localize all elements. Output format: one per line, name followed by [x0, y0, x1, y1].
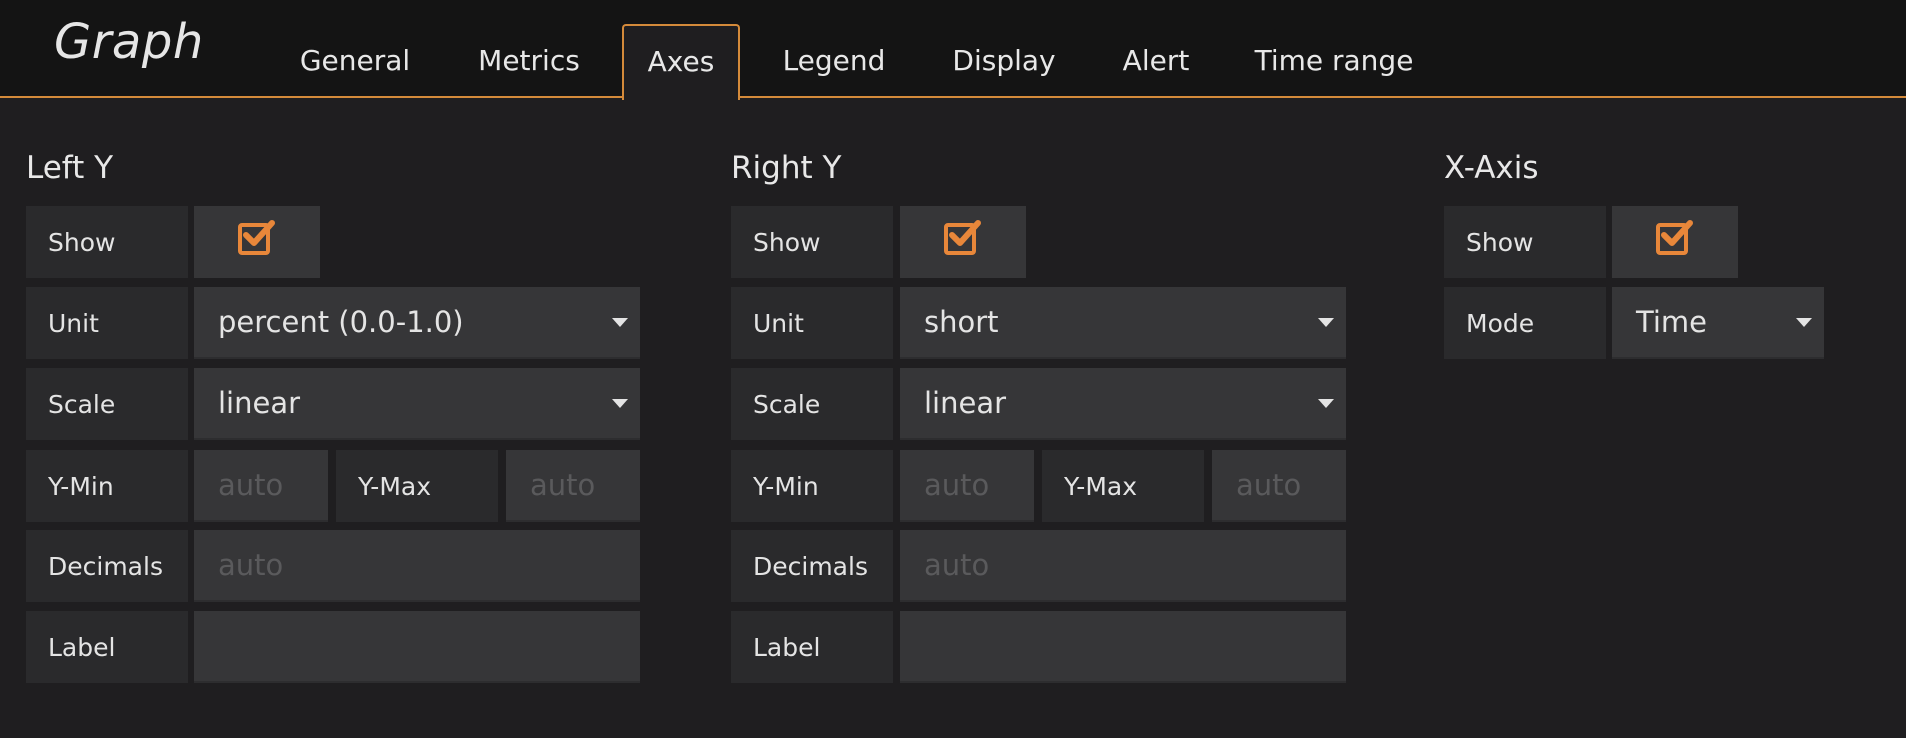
- chevron-down-icon: [1796, 318, 1812, 327]
- left-y-ymax-label: Y-Max: [336, 450, 498, 522]
- tab-display[interactable]: Display: [944, 24, 1064, 98]
- right-y-label-input[interactable]: [900, 611, 1346, 683]
- left-y-title: Left Y: [26, 150, 114, 186]
- panel-editor-header: Graph General Metrics Axes Legend Displa…: [0, 0, 1906, 100]
- right-y-scale-label: Scale: [731, 368, 893, 440]
- left-y-ymax-input[interactable]: auto: [506, 450, 640, 522]
- right-y-decimals-input[interactable]: auto: [900, 530, 1346, 602]
- panel-type-title: Graph: [54, 14, 204, 70]
- chevron-down-icon: [1318, 318, 1334, 327]
- x-axis-title: X-Axis: [1444, 150, 1539, 186]
- left-y-unit-select[interactable]: percent (0.0-1.0): [194, 287, 640, 359]
- tab-metrics[interactable]: Metrics: [462, 24, 596, 98]
- checkbox-checked-icon: [944, 220, 981, 255]
- left-y-unit-value: percent (0.0-1.0): [218, 305, 464, 339]
- chevron-down-icon: [612, 399, 628, 408]
- right-y-unit-label: Unit: [731, 287, 893, 359]
- right-y-show-label: Show: [731, 206, 893, 278]
- right-y-title: Right Y: [731, 150, 842, 186]
- right-y-ymin-label: Y-Min: [731, 450, 893, 522]
- tab-general[interactable]: General: [284, 24, 426, 98]
- left-y-ymin-input[interactable]: auto: [194, 450, 328, 522]
- x-axis-mode-select[interactable]: Time: [1612, 287, 1824, 359]
- right-y-unit-select[interactable]: short: [900, 287, 1346, 359]
- right-y-scale-select[interactable]: linear: [900, 368, 1346, 440]
- right-y-show-checkbox[interactable]: [900, 206, 1026, 278]
- left-y-scale-select[interactable]: linear: [194, 368, 640, 440]
- tab-time-range[interactable]: Time range: [1248, 24, 1420, 98]
- left-y-label-input[interactable]: [194, 611, 640, 683]
- right-y-scale-value: linear: [924, 386, 1007, 420]
- left-y-scale-value: linear: [218, 386, 301, 420]
- left-y-label-label: Label: [26, 611, 188, 683]
- right-y-decimals-label: Decimals: [731, 530, 893, 602]
- left-y-decimals-label: Decimals: [26, 530, 188, 602]
- right-y-ymin-input[interactable]: auto: [900, 450, 1034, 522]
- right-y-label-label: Label: [731, 611, 893, 683]
- tab-legend[interactable]: Legend: [772, 24, 896, 98]
- chevron-down-icon: [612, 318, 628, 327]
- chevron-down-icon: [1318, 399, 1334, 408]
- left-y-show-checkbox[interactable]: [194, 206, 320, 278]
- right-y-ymax-label: Y-Max: [1042, 450, 1204, 522]
- tab-axes[interactable]: Axes: [622, 24, 740, 100]
- left-y-decimals-input[interactable]: auto: [194, 530, 640, 602]
- x-axis-mode-value: Time: [1636, 305, 1707, 339]
- checkbox-checked-icon: [238, 220, 275, 255]
- x-axis-mode-label: Mode: [1444, 287, 1606, 359]
- left-y-show-label: Show: [26, 206, 188, 278]
- left-y-ymin-label: Y-Min: [26, 450, 188, 522]
- left-y-unit-label: Unit: [26, 287, 188, 359]
- x-axis-show-checkbox[interactable]: [1612, 206, 1738, 278]
- left-y-scale-label: Scale: [26, 368, 188, 440]
- checkbox-checked-icon: [1656, 220, 1693, 255]
- x-axis-show-label: Show: [1444, 206, 1606, 278]
- right-y-unit-value: short: [924, 305, 999, 339]
- tab-alert[interactable]: Alert: [1112, 24, 1200, 98]
- right-y-ymax-input[interactable]: auto: [1212, 450, 1346, 522]
